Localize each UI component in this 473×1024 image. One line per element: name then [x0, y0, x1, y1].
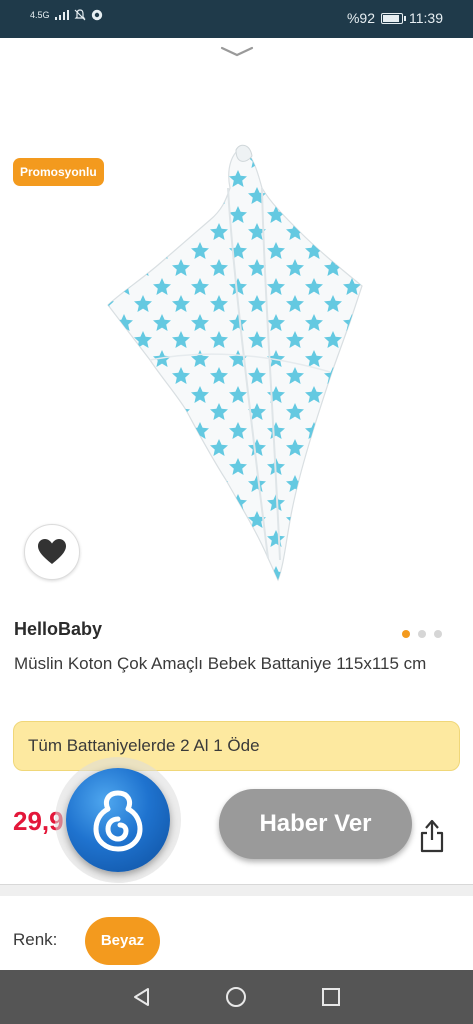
system-navigation-bar [0, 970, 473, 1024]
recent-square-icon[interactable] [316, 982, 346, 1012]
battery-percent: %92 [346, 10, 375, 26]
brand-name[interactable]: HelloBaby [14, 619, 102, 640]
heart-icon [38, 539, 66, 564]
notify-me-button[interactable]: Haber Ver [219, 789, 412, 859]
network-type: 4.5G [30, 10, 50, 20]
color-label: Renk: [13, 930, 58, 949]
share-icon[interactable] [418, 818, 446, 854]
product-title: Müslin Koton Çok Amaçlı Bebek Battaniye … [14, 654, 427, 673]
status-time: 11:39 [409, 10, 443, 26]
color-option-chip[interactable]: Beyaz [85, 917, 160, 965]
campaign-banner[interactable]: Tüm Battaniyelerde 2 Al 1 Öde [13, 721, 460, 771]
mute-bell-icon [74, 9, 85, 21]
assistant-floating-button[interactable] [55, 757, 181, 883]
status-bar-right: %92 11:39 [347, 10, 443, 26]
signal-icon [54, 10, 69, 20]
pagination-dot[interactable] [402, 630, 410, 638]
assistant-logo-icon [66, 768, 170, 872]
battery-fill [383, 14, 399, 22]
status-bar: 4.5G %92 11:39 [0, 0, 473, 38]
promo-badge: Promosyonlu [13, 158, 104, 186]
back-triangle-icon[interactable] [127, 982, 157, 1012]
favorite-button[interactable] [24, 524, 80, 580]
section-divider [0, 884, 473, 896]
pagination-dot[interactable] [434, 630, 442, 638]
product-image[interactable] [0, 60, 473, 605]
chevron-down-icon[interactable] [220, 44, 254, 58]
product-detail-screen: 4.5G %92 11:39 Promosyonlu HelloBaby Müs… [0, 0, 473, 1024]
browser-icon [91, 9, 102, 21]
image-pagination [402, 630, 442, 638]
pagination-dot[interactable] [418, 630, 426, 638]
blanket-graphic [107, 144, 363, 582]
battery-icon [381, 12, 406, 24]
assistant-glyph [93, 790, 143, 852]
status-bar-left: 4.5G [30, 9, 103, 21]
home-circle-icon[interactable] [221, 982, 251, 1012]
